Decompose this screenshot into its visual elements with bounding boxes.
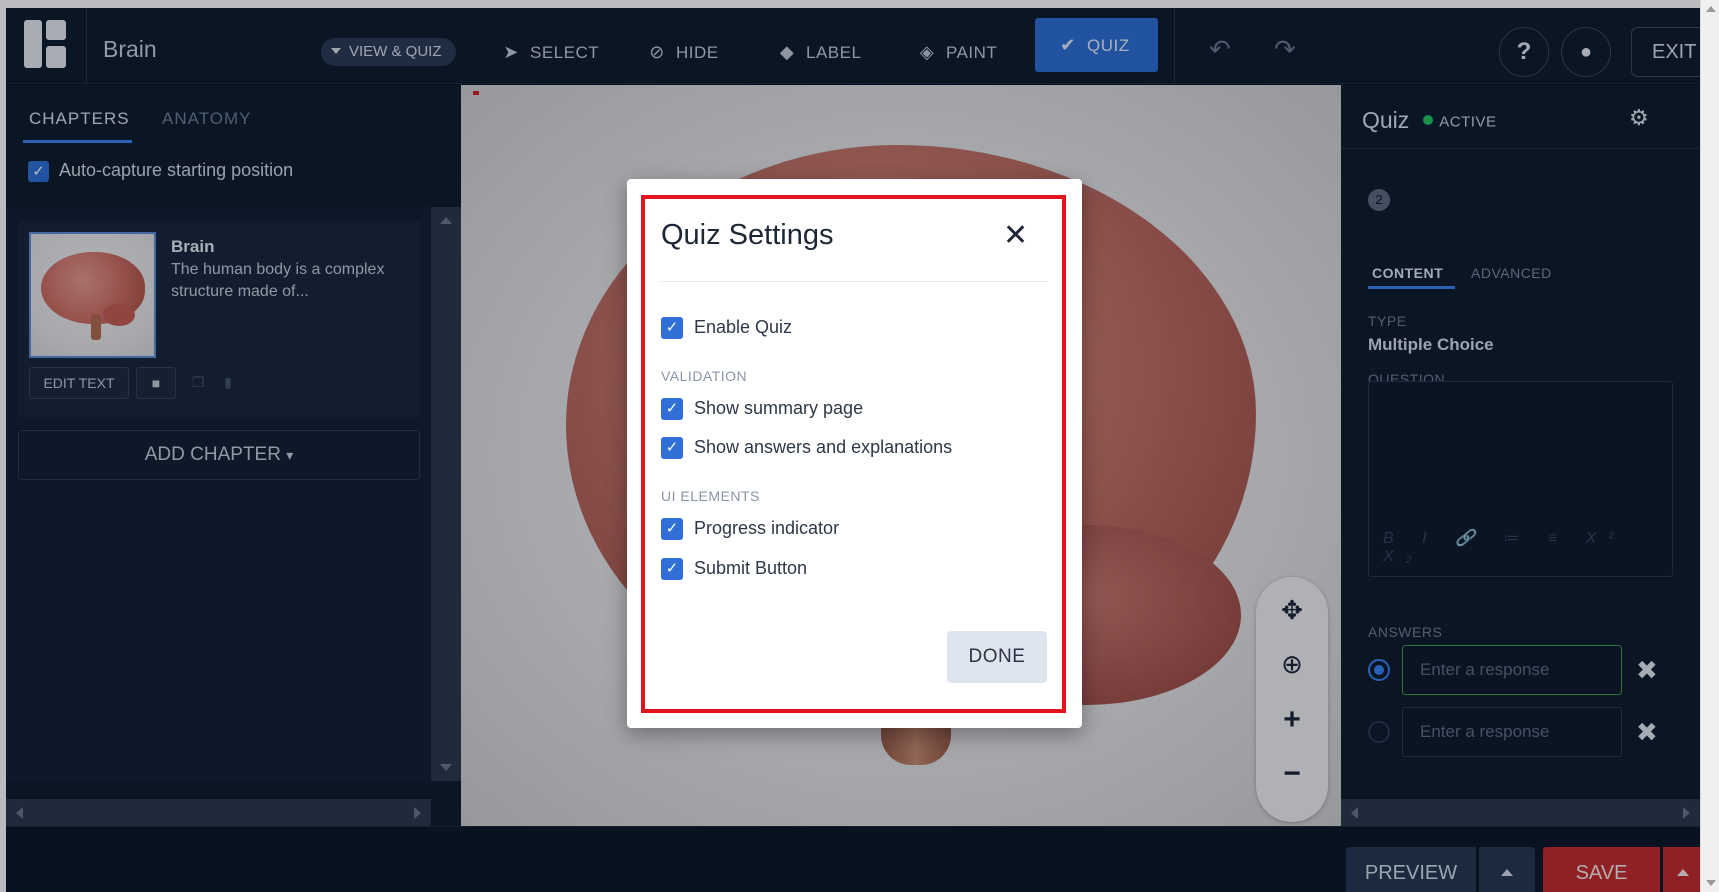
close-icon[interactable]: ✕	[1003, 219, 1028, 253]
show-answers-option[interactable]: ✓ Show answers and explanations	[661, 437, 953, 460]
checkbox-checked-icon[interactable]: ✓	[661, 558, 683, 581]
checkbox-checked-icon[interactable]: ✓	[661, 398, 683, 421]
divider	[661, 281, 1048, 282]
submit-button-option[interactable]: ✓ Submit Button	[661, 558, 808, 581]
done-button[interactable]: DONE	[947, 631, 1047, 683]
checkbox-checked-icon[interactable]: ✓	[661, 317, 683, 340]
show-summary-label: Show summary page	[694, 398, 864, 418]
enable-quiz-label: Enable Quiz	[694, 317, 793, 337]
submit-button-label: Submit Button	[694, 558, 808, 578]
dialog-title: Quiz Settings	[661, 219, 834, 251]
show-summary-option[interactable]: ✓ Show summary page	[661, 398, 864, 421]
validation-section-label: VALIDATION	[661, 368, 748, 384]
checkbox-checked-icon[interactable]: ✓	[661, 437, 683, 460]
enable-quiz-option[interactable]: ✓ Enable Quiz	[661, 317, 793, 340]
quiz-settings-dialog: Quiz Settings ✕ ✓ Enable Quiz VALIDATION …	[627, 179, 1082, 728]
checkbox-checked-icon[interactable]: ✓	[661, 518, 683, 541]
ui-elements-section-label: UI ELEMENTS	[661, 488, 760, 504]
progress-indicator-option[interactable]: ✓ Progress indicator	[661, 518, 840, 541]
show-answers-label: Show answers and explanations	[694, 437, 953, 457]
progress-indicator-label: Progress indicator	[694, 518, 840, 538]
page-scrollbar[interactable]	[1700, 0, 1719, 892]
